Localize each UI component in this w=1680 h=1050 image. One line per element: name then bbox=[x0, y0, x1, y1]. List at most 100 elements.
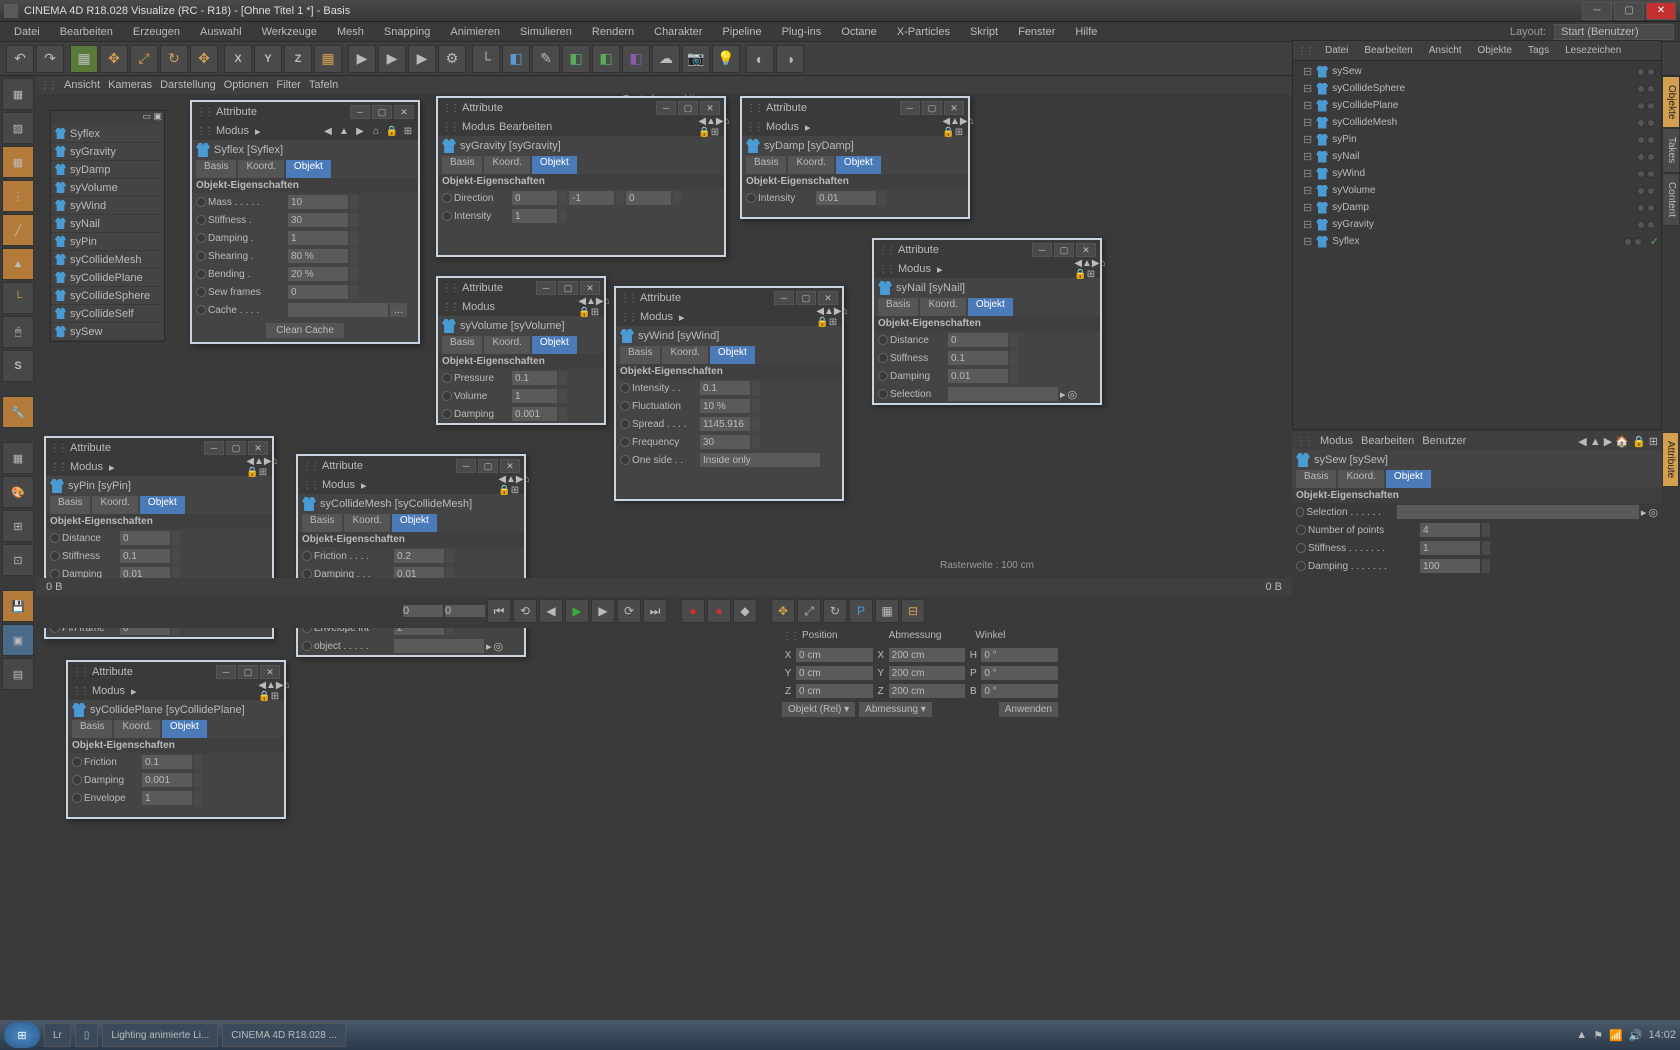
add-cube[interactable]: ◧ bbox=[502, 45, 530, 73]
tray-flag-icon[interactable]: ⚑ bbox=[1593, 1029, 1603, 1042]
menu-datei[interactable]: Datei bbox=[6, 24, 48, 40]
dir-x[interactable]: 0 bbox=[512, 191, 557, 205]
radio-icon[interactable] bbox=[72, 793, 82, 803]
panel-max-button[interactable]: ▢ bbox=[478, 459, 498, 473]
om-row[interactable]: ⊟Syflex✓ bbox=[1295, 233, 1659, 250]
nav-up-icon[interactable]: ▲ bbox=[338, 125, 350, 137]
np-field[interactable]: 4 bbox=[1420, 523, 1480, 537]
add-camera[interactable]: 📷 bbox=[682, 45, 710, 73]
om-bearbeiten[interactable]: Bearbeiten bbox=[1360, 43, 1416, 58]
key-film-button[interactable]: ⊟ bbox=[901, 599, 925, 623]
radio-icon[interactable] bbox=[620, 455, 630, 465]
stiff-field[interactable]: 1 bbox=[1420, 541, 1480, 555]
panel-max-button[interactable]: ▢ bbox=[226, 441, 246, 455]
palette-grid[interactable]: ▦ bbox=[2, 442, 34, 474]
coord-system[interactable]: ▦ bbox=[314, 45, 342, 73]
om-row[interactable]: ⊟syCollideMesh bbox=[1295, 114, 1659, 131]
palette-snap[interactable]: ⊞ bbox=[2, 510, 34, 542]
grid-icon[interactable]: ⊞ bbox=[402, 125, 414, 137]
menu-bearbeiten[interactable]: Bearbeiten bbox=[52, 24, 121, 40]
add-pen[interactable]: ✎ bbox=[532, 45, 560, 73]
radio-icon[interactable] bbox=[878, 389, 888, 399]
radio-icon[interactable] bbox=[620, 437, 630, 447]
panel-max-button[interactable]: ▢ bbox=[558, 281, 578, 295]
fluc-field[interactable]: 10 % bbox=[700, 399, 750, 413]
arrow-icon[interactable]: ▸ bbox=[359, 479, 369, 492]
select-tool[interactable]: ▦ bbox=[70, 45, 98, 73]
tab-objekt[interactable]: Objekt bbox=[1386, 470, 1431, 488]
am-nav-icons[interactable]: ◀ ▲ ▶ 🏠 🔒 ⊞ bbox=[1578, 435, 1658, 448]
om-row[interactable]: ⊟syNail bbox=[1295, 148, 1659, 165]
list-row[interactable]: syCollidePlane bbox=[51, 269, 164, 287]
int-field[interactable]: 0.1 bbox=[700, 381, 750, 395]
home-icon[interactable]: ⌂ bbox=[370, 125, 382, 137]
menu-rendern[interactable]: Rendern bbox=[584, 24, 642, 40]
sew-field[interactable]: 0 bbox=[288, 285, 348, 299]
panel-max-button[interactable]: ▢ bbox=[238, 665, 258, 679]
radio-icon[interactable] bbox=[620, 419, 630, 429]
spinner[interactable] bbox=[616, 191, 624, 205]
radio-icon[interactable] bbox=[196, 215, 206, 225]
arrow-icon[interactable]: ▸ bbox=[935, 263, 945, 276]
panel-close-button[interactable]: ✕ bbox=[700, 101, 720, 115]
add-deformer[interactable]: ◧ bbox=[622, 45, 650, 73]
tab-basis[interactable]: Basis bbox=[746, 156, 786, 174]
target-icon[interactable]: ◎ bbox=[494, 640, 504, 653]
om-row[interactable]: ⊟syDamp bbox=[1295, 199, 1659, 216]
menu-animieren[interactable]: Animieren bbox=[442, 24, 508, 40]
palette-edges[interactable]: ╱ bbox=[2, 214, 34, 246]
taskbar-explorer[interactable]: ▯ bbox=[75, 1023, 99, 1047]
mass-field[interactable]: 10 bbox=[288, 195, 348, 209]
vmenu-filter[interactable]: Filter bbox=[276, 79, 300, 91]
z-axis-lock[interactable]: Z bbox=[284, 45, 312, 73]
pos-field[interactable]: 0 cm bbox=[796, 666, 873, 680]
dist-field[interactable]: 0 bbox=[120, 531, 170, 545]
menu-hilfe[interactable]: Hilfe bbox=[1067, 24, 1105, 40]
minimize-button[interactable]: ─ bbox=[1582, 2, 1612, 20]
rotate-tool[interactable]: ↻ bbox=[160, 45, 188, 73]
tab-koord[interactable]: Koord. bbox=[344, 514, 389, 532]
palette-s[interactable]: S bbox=[2, 350, 34, 382]
vmenu-kameras[interactable]: Kameras bbox=[108, 79, 152, 91]
radio-icon[interactable] bbox=[1296, 507, 1304, 517]
radio-icon[interactable] bbox=[746, 193, 756, 203]
dim-field[interactable]: 200 cm bbox=[889, 684, 966, 698]
key-rotate-button[interactable]: ↻ bbox=[823, 599, 847, 623]
freq-field[interactable]: 30 bbox=[700, 435, 750, 449]
tray-time[interactable]: 14:02 bbox=[1648, 1029, 1676, 1041]
prev-frame-button[interactable]: ◀ bbox=[539, 599, 563, 623]
spr-field[interactable]: 1145.916 bbox=[700, 417, 750, 431]
tab-koord[interactable]: Koord. bbox=[92, 496, 137, 514]
palette-chart[interactable]: ▤ bbox=[2, 658, 34, 690]
am-benutzer[interactable]: Benutzer bbox=[1422, 435, 1466, 447]
menu-skript[interactable]: Skript bbox=[962, 24, 1006, 40]
panel-max-button[interactable]: ▢ bbox=[1054, 243, 1074, 257]
menu-werkzeuge[interactable]: Werkzeuge bbox=[254, 24, 325, 40]
panel-max-button[interactable]: ▢ bbox=[678, 101, 698, 115]
vol-field[interactable]: 1 bbox=[512, 389, 557, 403]
radio-icon[interactable] bbox=[196, 251, 206, 261]
panel-close-button[interactable]: ✕ bbox=[394, 105, 414, 119]
om-objekte[interactable]: Objekte bbox=[1474, 43, 1516, 58]
om-tags[interactable]: Tags bbox=[1524, 43, 1553, 58]
tab-koord[interactable]: Koord. bbox=[662, 346, 707, 364]
frame-cur-field[interactable]: 0 bbox=[445, 605, 485, 617]
close-button[interactable]: ✕ bbox=[1646, 2, 1676, 20]
spinner[interactable] bbox=[350, 213, 358, 227]
taskbar-lr[interactable]: Lr bbox=[44, 1023, 71, 1047]
panel-close-button[interactable]: ✕ bbox=[580, 281, 600, 295]
list-row[interactable]: sySew bbox=[51, 323, 164, 341]
vmenu-tafeln[interactable]: Tafeln bbox=[309, 79, 338, 91]
damp-field[interactable]: 0.001 bbox=[142, 773, 192, 787]
om-lesezeichen[interactable]: Lesezeichen bbox=[1561, 43, 1625, 58]
panel-close-button[interactable]: ✕ bbox=[818, 291, 838, 305]
list-row[interactable]: syCollideSelf bbox=[51, 305, 164, 323]
dim-field[interactable]: 200 cm bbox=[889, 648, 966, 662]
radio-icon[interactable] bbox=[878, 335, 888, 345]
spinner[interactable] bbox=[350, 285, 358, 299]
palette-workplane[interactable]: ▦ bbox=[2, 146, 34, 178]
nav-icons[interactable]: ◀▲▶⌂🔒⊞ bbox=[508, 479, 520, 491]
arrow-icon[interactable]: ▸ bbox=[1641, 506, 1647, 519]
spinner[interactable] bbox=[1482, 559, 1490, 573]
am-bearbeiten[interactable]: Bearbeiten bbox=[1361, 435, 1414, 447]
